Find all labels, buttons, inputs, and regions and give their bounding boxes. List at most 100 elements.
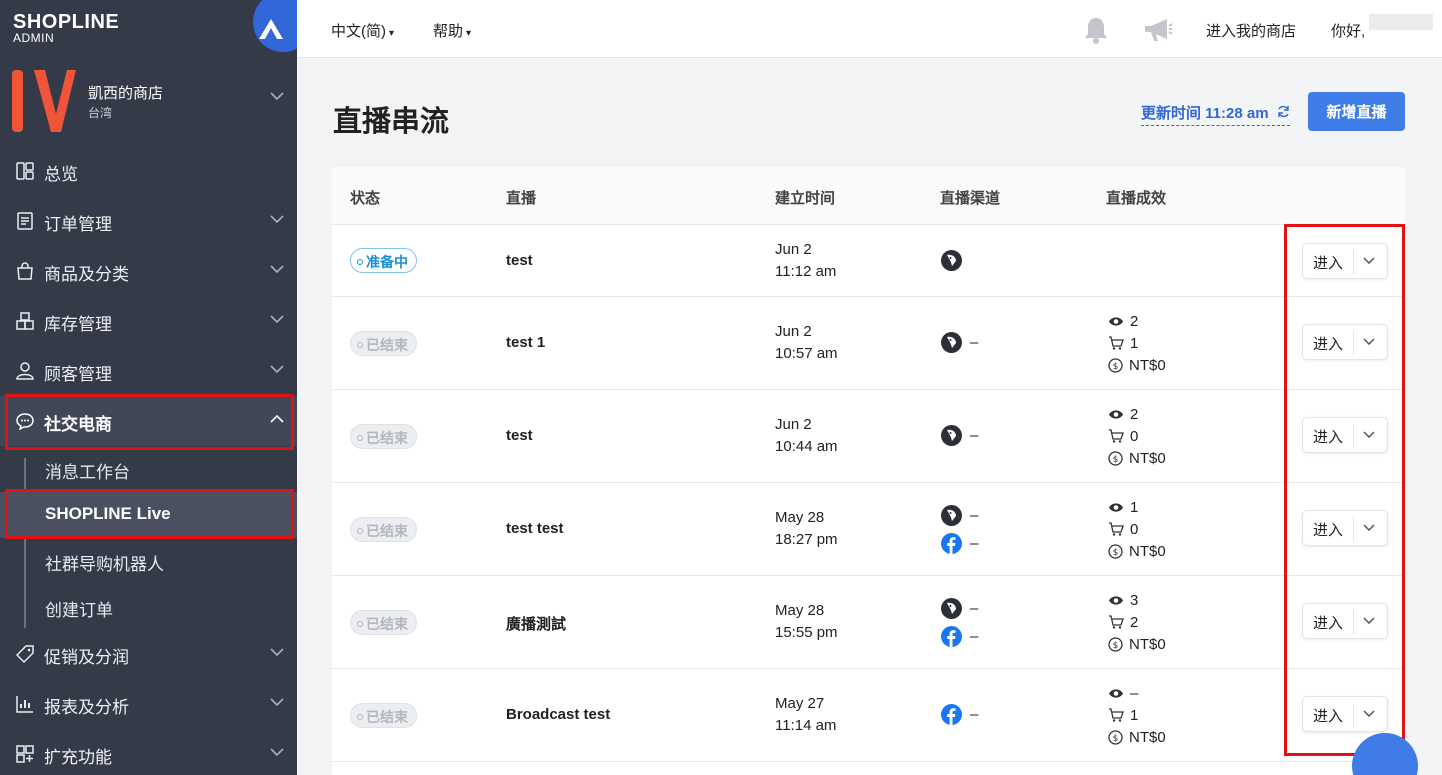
orders-icon bbox=[17, 212, 33, 230]
channel-list: – – bbox=[941, 501, 978, 557]
column-header: 直播渠道 bbox=[940, 190, 1001, 207]
bell-icon[interactable] bbox=[1083, 16, 1109, 44]
nav-item-reports[interactable]: 报表及分析 bbox=[0, 679, 297, 729]
carts-value: 0 bbox=[1130, 427, 1139, 445]
nav-item-apps[interactable]: 扩充功能 bbox=[0, 729, 297, 775]
store-region: 台湾 bbox=[88, 106, 113, 120]
channel-shopline: – bbox=[941, 328, 978, 356]
created-clock: 11:12 am bbox=[775, 263, 837, 280]
shopline-channel-icon bbox=[941, 331, 962, 353]
live-name[interactable]: test test bbox=[506, 520, 564, 537]
live-name[interactable]: test 1 bbox=[506, 334, 545, 351]
live-stats: – 1 $ NT$0 bbox=[1108, 682, 1166, 748]
status-dot bbox=[357, 259, 363, 265]
carts-value: 2 bbox=[1130, 613, 1139, 631]
shopline-mark-icon[interactable] bbox=[258, 18, 284, 40]
created-time: Jun 2 10:44 am bbox=[775, 414, 838, 458]
megaphone-icon[interactable] bbox=[1143, 17, 1173, 43]
carts-value: 0 bbox=[1130, 520, 1139, 538]
column-header: 直播成效 bbox=[1106, 190, 1167, 207]
live-name[interactable]: 廣播測試 bbox=[506, 613, 566, 634]
dollar-icon: $ bbox=[1108, 357, 1123, 373]
help-menu[interactable]: 帮助 ▾ bbox=[433, 20, 471, 41]
live-name[interactable]: test bbox=[506, 252, 533, 269]
eye-icon bbox=[1109, 316, 1123, 326]
channel-value: – bbox=[970, 426, 979, 444]
apps-icon bbox=[16, 745, 34, 763]
channel-facebook: – bbox=[941, 529, 978, 557]
chevron-down-icon bbox=[270, 648, 284, 656]
views-stat: 2 bbox=[1108, 403, 1166, 425]
status-text: 已结束 bbox=[366, 430, 408, 446]
facebook-icon bbox=[941, 532, 962, 554]
sidebar: SHOPLINE ADMIN 凱西的商店 台湾 总览 订单管理 商品及分类 库存… bbox=[0, 0, 297, 775]
status-dot bbox=[357, 342, 363, 348]
table-row[interactable]: 已结束 test 1 Jun 2 10:57 am – 2 1 $ NT$0 进入 bbox=[332, 297, 1405, 390]
chevron-down-icon bbox=[270, 265, 284, 273]
language-selector[interactable]: 中文(简) ▾ bbox=[331, 20, 394, 41]
nav-item-customers[interactable]: 顾客管理 bbox=[0, 346, 297, 396]
nav-item-inventory[interactable]: 库存管理 bbox=[0, 296, 297, 346]
chevron-down-icon bbox=[270, 215, 284, 223]
svg-text:$: $ bbox=[1113, 548, 1119, 558]
shopline-channel-icon bbox=[941, 249, 962, 271]
created-date: May 28 bbox=[775, 509, 825, 526]
help-label: 帮助 bbox=[433, 23, 464, 40]
revenue-stat: $ NT$0 bbox=[1108, 447, 1166, 469]
caret-down-icon: ▾ bbox=[389, 28, 395, 39]
table-row[interactable]: 已结束 test test May 28 18:27 pm – – 1 0 $ NT… bbox=[332, 483, 1405, 576]
main-nav-continued: 促销及分润 报表及分析 扩充功能 bbox=[0, 629, 297, 775]
nav-item-overview[interactable]: 总览 bbox=[0, 146, 297, 196]
views-value: 2 bbox=[1130, 405, 1139, 423]
enter-store-link[interactable]: 进入我的商店 bbox=[1206, 20, 1296, 41]
nav-item-products[interactable]: 商品及分类 bbox=[0, 246, 297, 296]
created-time: May 28 15:55 pm bbox=[775, 600, 838, 644]
views-stat: 3 bbox=[1108, 589, 1166, 611]
live-name[interactable]: Broadcast test bbox=[506, 706, 610, 723]
status-text: 已结束 bbox=[366, 616, 408, 632]
channel-list: – bbox=[941, 421, 978, 449]
channel-value: – bbox=[970, 506, 979, 524]
views-stat: 1 bbox=[1108, 496, 1166, 518]
live-name[interactable]: test bbox=[506, 427, 533, 444]
nav-item-promotions[interactable]: 促销及分润 bbox=[0, 629, 297, 679]
live-stats: 2 1 $ NT$0 bbox=[1108, 310, 1166, 376]
refresh-link[interactable]: 更新时间 11:28 am bbox=[1141, 102, 1290, 126]
nav-label: 订单管理 bbox=[44, 215, 112, 234]
new-live-button[interactable]: 新增直播 bbox=[1308, 92, 1405, 131]
store-switcher[interactable]: 凱西的商店 台湾 bbox=[0, 60, 297, 144]
nav-label: 扩充功能 bbox=[44, 748, 112, 767]
eye-icon bbox=[1109, 595, 1123, 605]
table-row[interactable]: 已结束 Broadcast test May 27 11:14 am – – 1 … bbox=[332, 669, 1405, 762]
chevron-down-icon bbox=[270, 698, 284, 706]
created-clock: 18:27 pm bbox=[775, 531, 838, 548]
revenue-stat: $ NT$0 bbox=[1108, 540, 1166, 562]
table-row[interactable]: 已结束 廣播測試 May 28 15:55 pm – – 3 2 $ NT$0 进入 bbox=[332, 576, 1405, 669]
app-logo[interactable]: SHOPLINE ADMIN bbox=[13, 12, 119, 44]
live-stats: 3 2 $ NT$0 bbox=[1108, 589, 1166, 655]
created-clock: 15:55 pm bbox=[775, 624, 838, 641]
top-bar: 中文(简) ▾ 帮助 ▾ 进入我的商店 你好, bbox=[297, 0, 1442, 58]
revenue-stat: $ NT$0 bbox=[1108, 726, 1166, 748]
nav-item-orders[interactable]: 订单管理 bbox=[0, 196, 297, 246]
column-header: 状态 bbox=[350, 190, 381, 207]
created-time: Jun 2 10:57 am bbox=[775, 321, 838, 365]
channel-list: – bbox=[941, 328, 978, 356]
caret-down-icon: ▾ bbox=[466, 28, 472, 39]
table-row[interactable]: 准备中 test Jun 2 11:12 am 进入 bbox=[332, 226, 1405, 297]
nav-label: 促销及分润 bbox=[44, 648, 129, 667]
sub-item-message-center[interactable]: 消息工作台 bbox=[0, 446, 297, 492]
cart-icon bbox=[1109, 615, 1124, 629]
views-stat: 2 bbox=[1108, 310, 1166, 332]
sub-item-shopping-bot[interactable]: 社群导购机器人 bbox=[0, 538, 297, 584]
shopline-channel-icon bbox=[941, 424, 962, 446]
created-date: May 28 bbox=[775, 602, 825, 619]
views-value: 2 bbox=[1130, 312, 1139, 330]
sub-item-create-order[interactable]: 创建订单 bbox=[0, 584, 297, 630]
table-header: 状态 直播 建立时间 直播渠道 直播成效 bbox=[332, 167, 1405, 225]
tag-icon bbox=[16, 645, 34, 663]
dollar-icon: $ bbox=[1108, 450, 1123, 466]
table-row[interactable]: 已结束 test Jun 2 10:44 am – 2 0 $ NT$0 进入 bbox=[332, 390, 1405, 483]
username-redacted bbox=[1369, 14, 1433, 30]
user-greeting[interactable]: 你好, bbox=[1331, 20, 1365, 41]
